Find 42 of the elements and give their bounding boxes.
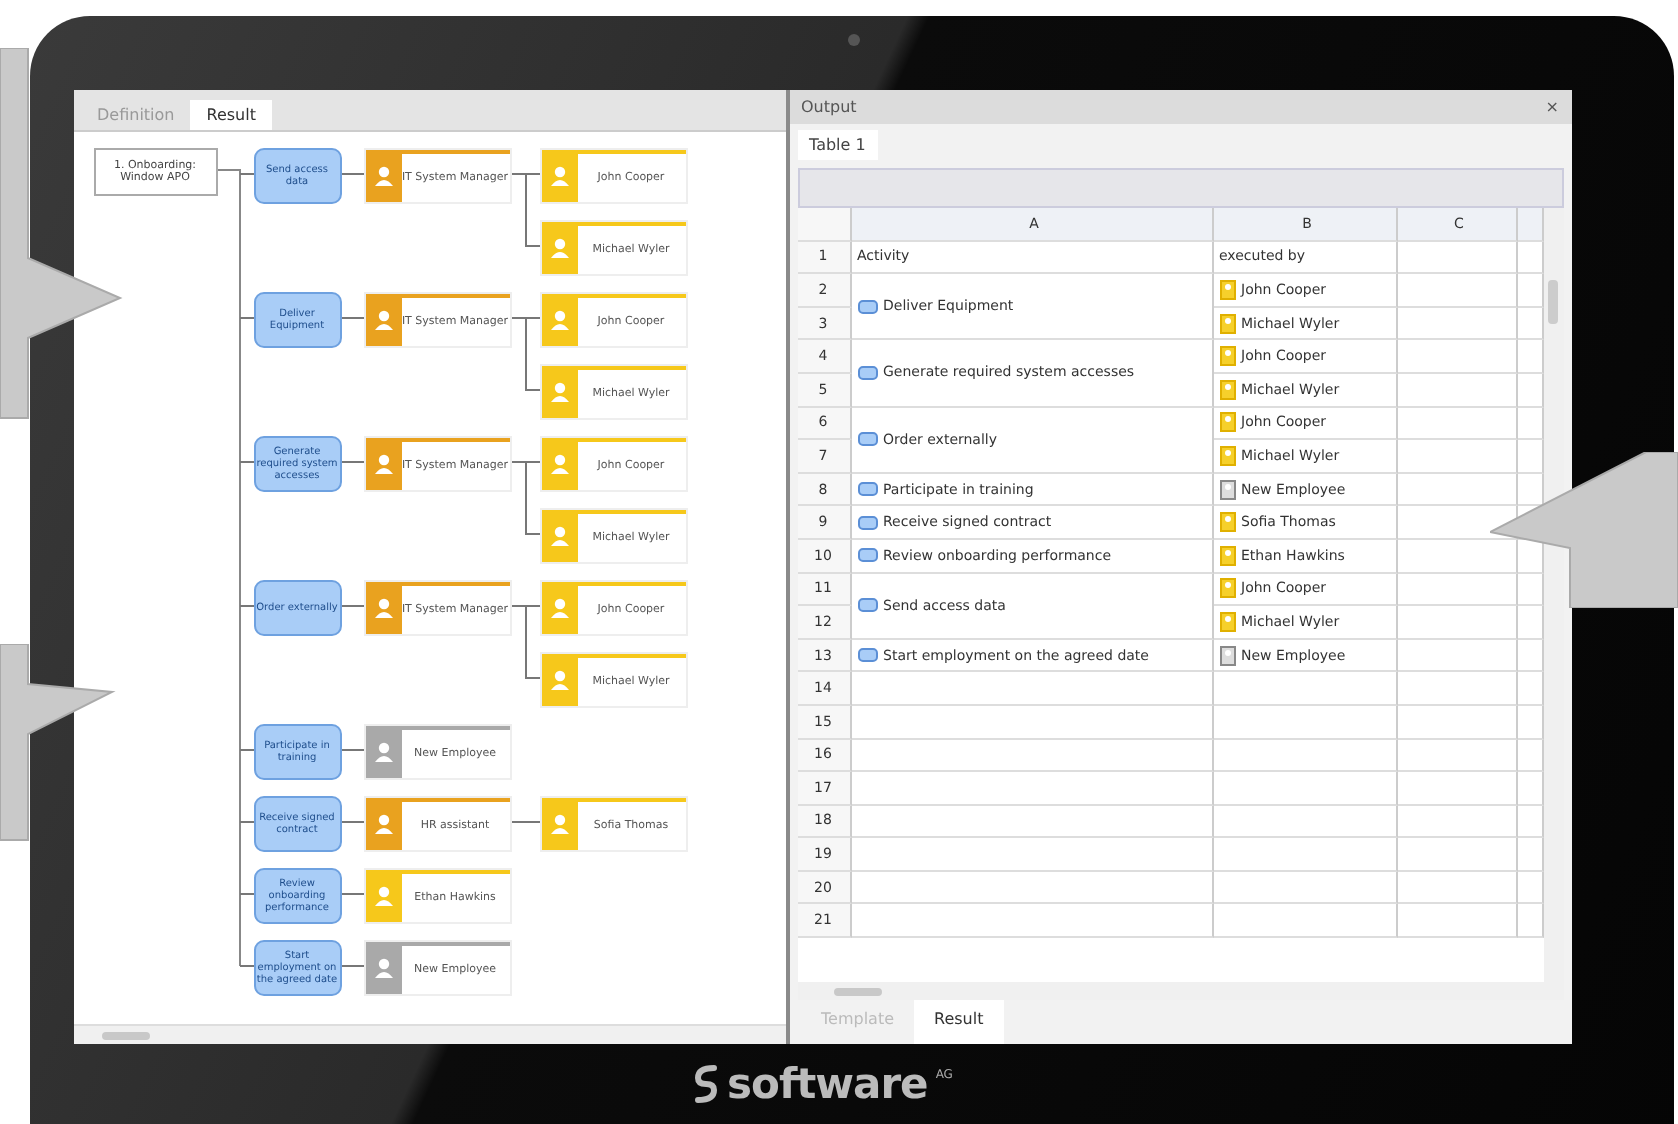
connector-line: [338, 317, 366, 319]
connector-line: [338, 605, 366, 607]
table-cell: [1397, 705, 1517, 739]
camera-icon: [848, 34, 860, 46]
connector-line: [338, 173, 366, 175]
panel-tab[interactable]: Result: [914, 1000, 1004, 1044]
table-cell: [1397, 772, 1517, 806]
logo-icon: [691, 1064, 720, 1104]
table-cell: [1517, 904, 1543, 939]
table-cell: [1397, 871, 1517, 905]
table-cell: [1397, 241, 1517, 275]
activity-icon: [857, 432, 877, 447]
activity-icon: [857, 299, 877, 314]
table-cell: [1397, 838, 1517, 872]
sheet-tab[interactable]: Table 1: [797, 130, 878, 160]
horizontal-scrollbar[interactable]: [73, 1024, 785, 1044]
activity-icon: [857, 365, 877, 380]
table-cell: [1517, 440, 1543, 474]
table-cell: [1397, 739, 1517, 773]
corner-cell: [797, 208, 851, 242]
table-cell: [1517, 340, 1543, 374]
table-cell: [1397, 904, 1517, 939]
activity-icon: [857, 598, 877, 613]
column-header: [1517, 208, 1543, 242]
connector-line: [508, 821, 542, 823]
table-cell: [1397, 672, 1517, 706]
close-button[interactable]: ×: [1545, 98, 1559, 116]
panel-tab[interactable]: Result: [190, 100, 272, 130]
connector-line: [338, 461, 366, 463]
panel-title: Output: [801, 98, 857, 116]
connector-line: [338, 965, 366, 967]
table-cell: [1517, 606, 1543, 640]
table-cell: [1517, 672, 1543, 706]
connector-line: [338, 749, 366, 751]
connector-line: [338, 821, 366, 823]
table-cell: [1517, 838, 1543, 872]
logo-text: software: [727, 1060, 928, 1108]
table-cell: [1517, 772, 1543, 806]
table-cell: [1397, 805, 1517, 839]
connector-line: [338, 893, 366, 895]
activity-icon: [857, 648, 877, 663]
table-cell: [1517, 274, 1543, 308]
